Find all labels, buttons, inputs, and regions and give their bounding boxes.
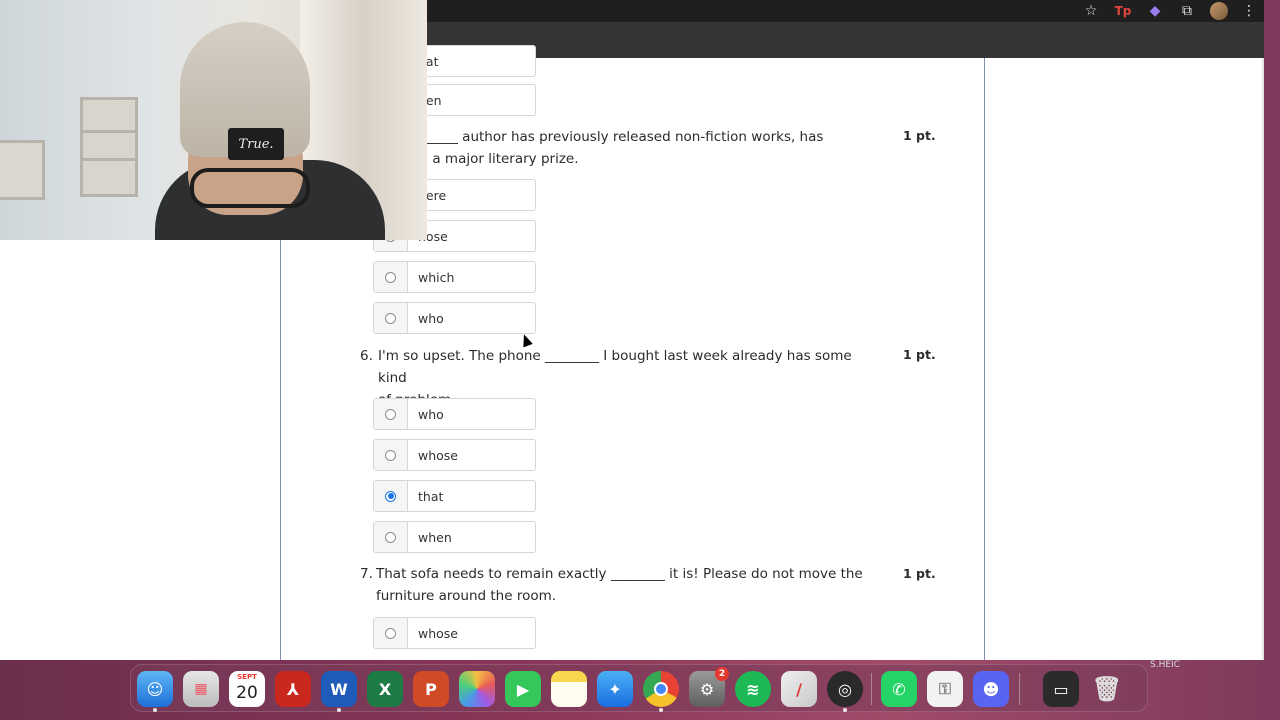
q6-option-2[interactable]: whose — [373, 439, 536, 471]
acrobat-icon[interactable]: ⅄ — [275, 671, 311, 707]
obs-icon[interactable]: ◎ — [827, 671, 863, 707]
radio-button[interactable] — [385, 271, 396, 283]
avatar[interactable] — [1210, 2, 1228, 20]
radio-button-selected[interactable] — [385, 490, 396, 502]
spotify-icon[interactable]: ≋ — [735, 671, 771, 707]
photos-icon[interactable] — [459, 671, 495, 707]
scrollbar[interactable] — [1262, 58, 1264, 660]
dock-divider — [1019, 673, 1020, 705]
option-label: when — [418, 529, 452, 545]
calendar-day: 20 — [236, 683, 258, 703]
q6-option-3[interactable]: that — [373, 480, 536, 512]
q7-option-1[interactable]: whose — [373, 617, 536, 649]
chrome-icon[interactable] — [643, 671, 679, 707]
question-6-points: 1 pt. — [903, 347, 936, 362]
question-7-text: That sofa needs to remain exactly ______… — [376, 563, 871, 607]
question-6-number: 6. — [360, 348, 373, 364]
dock-divider — [871, 673, 872, 705]
word-icon[interactable]: W — [321, 671, 357, 707]
launchpad-icon[interactable]: ▦ — [183, 671, 219, 707]
option-label: whose — [418, 447, 458, 463]
discord-icon[interactable]: ☻ — [973, 671, 1009, 707]
option-label: that — [418, 488, 444, 504]
whatsapp-icon[interactable]: ✆ — [881, 671, 917, 707]
running-indicator — [659, 708, 663, 712]
puzzle-icon[interactable]: ⧉ — [1178, 2, 1196, 20]
finder-icon[interactable]: ☺ — [137, 671, 173, 707]
running-indicator — [153, 708, 157, 712]
pencil-app-icon[interactable]: / — [781, 671, 817, 707]
beanie-patch: True. — [228, 128, 284, 160]
powerpoint-icon[interactable]: P — [413, 671, 449, 707]
question-7-line-1: That sofa needs to remain exactly ______… — [376, 566, 863, 582]
browser-toolbar-icons: ☆ Tp ◆ ⧉ ⋮ — [1082, 0, 1256, 22]
wall-shelf-left — [0, 140, 45, 200]
question-6-line-1: I'm so upset. The phone ________ I bough… — [378, 348, 852, 386]
q6-option-4[interactable]: when — [373, 521, 536, 553]
calendar-month: SEPT — [237, 673, 257, 681]
excel-icon[interactable]: X — [367, 671, 403, 707]
trash-icon[interactable]: 🗑 — [1089, 671, 1125, 707]
option-label: whose — [418, 625, 458, 641]
question-7-points: 1 pt. — [903, 566, 936, 581]
q5-option-4[interactable]: who — [373, 302, 536, 334]
running-indicator — [337, 708, 341, 712]
kebab-menu-icon[interactable]: ⋮ — [1242, 3, 1256, 19]
notes-icon[interactable] — [551, 671, 587, 707]
glasses — [190, 168, 310, 208]
screen-capture-icon[interactable]: ▭ — [1043, 671, 1079, 707]
option-label: which — [418, 269, 455, 285]
question-7-number: 7. — [360, 566, 373, 582]
option-label: who — [418, 310, 444, 326]
question-5-text: rel, ________ author has previously rele… — [378, 126, 873, 170]
extension-red-icon[interactable]: Tp — [1114, 2, 1132, 20]
question-5-line-2: warded a major literary prize. — [378, 151, 579, 167]
facetime-icon[interactable]: ▶ — [505, 671, 541, 707]
question-5-line-1: rel, ________ author has previously rele… — [378, 129, 824, 145]
radio-button[interactable] — [385, 627, 396, 639]
option-label: who — [418, 406, 444, 422]
extension-purple-icon[interactable]: ◆ — [1146, 2, 1164, 20]
radio-button[interactable] — [385, 312, 396, 324]
running-indicator — [843, 708, 847, 712]
question-7-line-2: furniture around the room. — [376, 588, 557, 604]
q6-option-1[interactable]: who — [373, 398, 536, 430]
star-icon[interactable]: ☆ — [1082, 2, 1100, 20]
desktop-file-label: S.HEIC — [1150, 660, 1180, 670]
macos-dock: ☺ ▦ SEPT 20 ⅄ W X P ▶ ✦ ⚙ 2 ≋ / ◎ ✆ ⚿ ☻ … — [130, 664, 1148, 712]
calendar-icon[interactable]: SEPT 20 — [229, 671, 265, 707]
safari-icon[interactable]: ✦ — [597, 671, 633, 707]
q5-option-3[interactable]: which — [373, 261, 536, 293]
radio-button[interactable] — [385, 408, 396, 420]
webcam-overlay: True. — [0, 0, 427, 240]
notification-badge: 2 — [715, 667, 729, 681]
question-5-points: 1 pt. — [903, 128, 936, 143]
keychain-icon[interactable]: ⚿ — [927, 671, 963, 707]
system-settings-icon[interactable]: ⚙ 2 — [689, 667, 729, 707]
radio-button[interactable] — [385, 449, 396, 461]
radio-button[interactable] — [385, 531, 396, 543]
wall-shelf — [80, 97, 138, 197]
